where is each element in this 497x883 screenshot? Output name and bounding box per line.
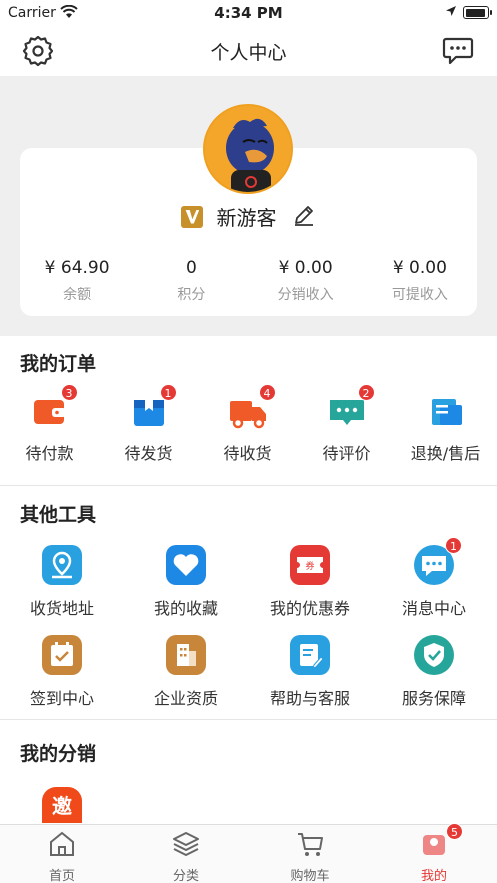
stat-value: ¥ 0.00 [392, 258, 447, 278]
order-label: 待收货 [223, 444, 272, 463]
username: 新游客 [216, 206, 277, 230]
stats-row: ¥ 64.90 余额 0 积分 ¥ 0.00 分销收入 ¥ 0.00 可提收入 [20, 258, 477, 304]
stat-balance[interactable]: ¥ 64.90 余额 [20, 258, 134, 304]
tab-label: 分类 [172, 869, 199, 883]
order-pending-payment[interactable]: 3 待付款 [0, 384, 99, 464]
building-icon [177, 644, 196, 666]
stat-value: ¥ 64.90 [44, 258, 110, 278]
order-pending-receipt[interactable]: 4 待收货 [198, 384, 297, 464]
tool-enterprise[interactable]: 企业资质 [124, 635, 248, 709]
order-label: 待付款 [25, 444, 74, 463]
tool-label: 我的优惠券 [269, 599, 350, 618]
tab-label: 购物车 [290, 869, 330, 883]
shield-icon [424, 643, 444, 667]
home-icon [50, 831, 74, 856]
tool-label: 签到中心 [29, 689, 94, 708]
order-label: 退换/售后 [410, 444, 481, 463]
orders-section: 我的订单 3 待付款 1 待发货 4 待收货 2 待评价 退换/售后 [0, 336, 497, 486]
location-arrow-icon [445, 5, 457, 21]
section-title-distribution: 我的分销 [20, 743, 97, 765]
tab-cart[interactable]: 购物车 [248, 829, 372, 883]
stat-value: 0 [185, 258, 197, 278]
vip-icon [181, 205, 204, 228]
tab-bar: 首页 分类 购物车 5 我的 [0, 823, 497, 883]
stat-withdrawable-income[interactable]: ¥ 0.00 可提收入 [363, 258, 477, 304]
section-title-orders: 我的订单 [20, 353, 97, 375]
tool-label: 帮助与客服 [269, 689, 350, 708]
tab-label: 我的 [420, 869, 447, 883]
status-bar: Carrier 4:34 PM [0, 0, 497, 26]
tool-label: 服务保障 [401, 689, 466, 708]
help-icon [300, 644, 324, 669]
calendar-check-icon [51, 642, 73, 666]
tool-label: 我的收藏 [153, 599, 218, 618]
tool-service-guarantee[interactable]: 服务保障 [372, 635, 496, 709]
section-title-tools: 其他工具 [20, 504, 97, 526]
stat-value: ¥ 0.00 [278, 258, 333, 278]
tool-favorites[interactable]: 我的收藏 [124, 545, 248, 619]
tab-mine[interactable]: 5 我的 [372, 823, 496, 883]
page-title: 个人中心 [210, 42, 287, 64]
divider [0, 719, 497, 720]
user-icon [423, 835, 445, 855]
cart-icon [298, 833, 323, 856]
coupon-icon: 券 [297, 557, 323, 573]
profile-area: 新游客 ¥ 64.90 余额 0 积分 ¥ 0.00 分销收入 ¥ 0.00 可… [0, 76, 497, 336]
layers-icon [173, 832, 199, 856]
avatar[interactable] [203, 104, 293, 194]
tab-home[interactable]: 首页 [0, 829, 124, 883]
order-pending-review[interactable]: 2 待评价 [297, 384, 396, 464]
order-badge: 3 [60, 384, 78, 401]
tool-coupons[interactable]: 券 我的优惠券 [248, 545, 372, 619]
stat-label: 积分 [177, 287, 206, 303]
order-badge: 4 [258, 384, 276, 401]
message-badge: 1 [445, 537, 462, 554]
tool-checkin[interactable]: 签到中心 [0, 635, 124, 709]
battery-icon [463, 6, 492, 19]
stat-label: 分销收入 [277, 287, 334, 303]
order-pending-shipment[interactable]: 1 待发货 [99, 384, 198, 464]
stat-distribution-income[interactable]: ¥ 0.00 分销收入 [249, 258, 363, 304]
tool-messages[interactable]: 1 消息中心 [372, 537, 496, 619]
tab-category[interactable]: 分类 [124, 829, 248, 883]
invite-char: 邀 [52, 794, 72, 818]
stat-points[interactable]: 0 积分 [134, 258, 248, 304]
invite-icon[interactable]: 邀 [42, 787, 82, 823]
clock: 4:34 PM [214, 4, 283, 22]
username-row: 新游客 [20, 202, 477, 231]
order-label: 待发货 [124, 444, 173, 463]
stat-label: 余额 [63, 287, 92, 303]
pencil-icon[interactable] [292, 203, 316, 231]
divider [0, 485, 497, 486]
tool-label: 企业资质 [153, 689, 218, 708]
return-icon [431, 399, 462, 425]
tool-help[interactable]: 帮助与客服 [248, 635, 372, 709]
tool-label: 消息中心 [401, 599, 466, 618]
svg-text:券: 券 [305, 560, 314, 572]
distribution-section: 我的分销 邀 [0, 721, 497, 824]
location-icon [52, 551, 72, 579]
tool-address[interactable]: 收货地址 [0, 545, 124, 619]
order-return-aftersales[interactable]: 退换/售后 [396, 392, 495, 464]
order-label: 待评价 [322, 444, 371, 463]
chat-icon[interactable] [442, 36, 474, 66]
order-badge: 2 [357, 384, 375, 401]
tab-label: 首页 [48, 869, 75, 883]
tool-label: 收货地址 [29, 599, 94, 618]
nav-bar: 个人中心 [0, 26, 497, 76]
tools-section: 其他工具 收货地址 我的收藏 券 我的优惠券 1 消息中心 签到中心 企业资质 … [0, 487, 497, 720]
order-badge: 1 [159, 384, 177, 401]
heart-icon [173, 554, 199, 576]
tab-badge: 5 [446, 823, 463, 840]
stat-label: 可提收入 [391, 287, 448, 303]
